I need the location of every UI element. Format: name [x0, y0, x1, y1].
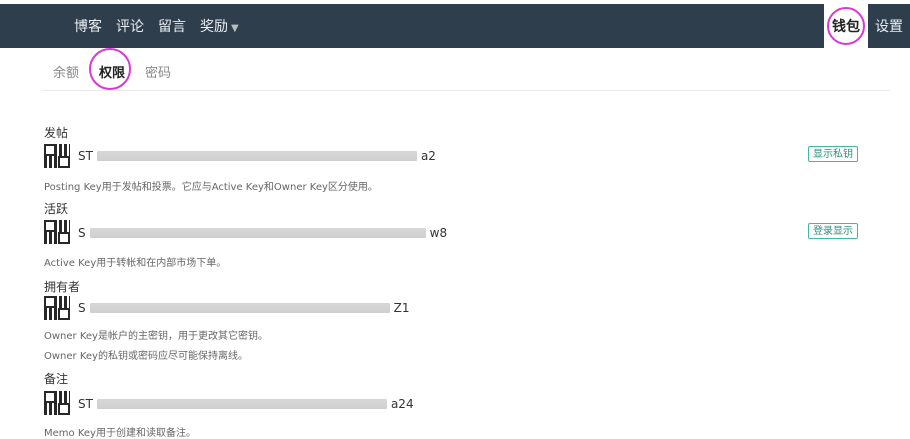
top-navbar: 博客 评论 留言 奖励 ▼ 钱包 设置 — [0, 4, 910, 48]
nav-settings[interactable]: 设置 — [868, 4, 910, 48]
key-redaction-bar — [96, 151, 417, 161]
qr-code-icon[interactable] — [44, 296, 70, 320]
key-line-active: S w8 — [78, 226, 447, 240]
show-private-key-button[interactable]: 显示私钥 — [808, 146, 858, 162]
key-suffix: a24 — [390, 397, 414, 411]
nav-item-messages[interactable]: 留言 — [158, 16, 186, 36]
nav-item-comments[interactable]: 评论 — [116, 16, 144, 36]
tab-permissions[interactable]: 权限 — [89, 48, 132, 90]
key-prefix: S — [78, 226, 86, 240]
key-title-owner: 拥有者 — [44, 280, 81, 294]
key-title-memo: 备注 — [44, 372, 69, 386]
nav-left-menu: 博客 评论 留言 奖励 ▼ — [74, 4, 239, 48]
key-desc-active: Active Key用于转帐和在内部市场下单。 — [44, 258, 227, 269]
tab-password[interactable]: 密码 — [145, 62, 171, 81]
key-suffix: a2 — [420, 149, 436, 163]
key-title-active: 活跃 — [44, 202, 69, 216]
key-redaction-bar — [89, 303, 390, 313]
key-prefix: ST — [78, 149, 93, 163]
key-redaction-bar — [89, 228, 426, 238]
key-suffix: Z1 — [393, 301, 410, 315]
qr-code-icon[interactable] — [44, 391, 70, 415]
key-line-owner: S Z1 — [78, 301, 409, 315]
nav-item-rewards[interactable]: 奖励 ▼ — [200, 16, 239, 36]
key-suffix: w8 — [429, 226, 448, 240]
nav-item-blog[interactable]: 博客 — [74, 16, 102, 36]
key-line-memo: ST a24 — [78, 397, 414, 411]
key-desc-memo: Memo Key用于创建和读取备注。 — [44, 428, 196, 439]
key-desc-posting: Posting Key用于发帖和投票。它应与Active Key和Owner K… — [44, 182, 378, 193]
key-title-posting: 发帖 — [44, 126, 69, 140]
key-prefix: ST — [78, 397, 93, 411]
key-redaction-bar — [96, 399, 387, 409]
login-to-show-button[interactable]: 登录显示 — [808, 223, 858, 239]
key-line-posting: ST a2 — [78, 149, 436, 163]
qr-code-icon[interactable] — [44, 220, 70, 244]
nav-wallet[interactable]: 钱包 — [824, 4, 868, 48]
tab-balance[interactable]: 余额 — [53, 62, 79, 81]
wallet-tabs: 余额 权限 密码 — [53, 48, 171, 90]
tabs-divider — [42, 90, 890, 91]
key-prefix: S — [78, 301, 86, 315]
qr-code-icon[interactable] — [44, 144, 70, 168]
highlight-circle — [827, 7, 865, 45]
chevron-down-icon: ▼ — [231, 23, 239, 34]
key-desc-owner-2: Owner Key的私钥或密码应尽可能保持离线。 — [44, 351, 248, 362]
highlight-circle — [89, 48, 132, 90]
nav-item-rewards-label: 奖励 — [200, 19, 228, 35]
key-desc-owner: Owner Key是帐户的主密钥，用于更改其它密钥。 — [44, 331, 268, 342]
nav-right-menu: 钱包 设置 — [824, 4, 910, 48]
